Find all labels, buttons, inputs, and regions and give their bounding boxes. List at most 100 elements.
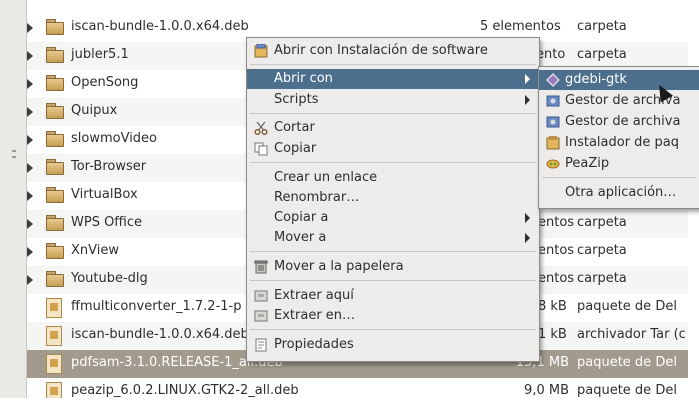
menu-separator [542,177,696,178]
menu-item-label: Mover a [274,230,327,245]
menu-separator [250,162,536,163]
folder-icon [46,75,64,91]
file-name: Youtube-dlg [71,271,148,286]
archive-file-icon [46,326,62,346]
expander-arrow-icon[interactable] [27,107,33,117]
menu-item-label: Renombrar… [274,190,360,205]
archive-manager-icon [546,95,560,107]
submenu-arrow-icon [525,213,530,223]
file-name: iscan-bundle-1.0.0.x64.deb [71,327,249,342]
menu-item-extract-to[interactable]: Extraer en… [247,306,539,326]
peazip-icon [546,159,560,169]
submenu-item-label: Otra aplicación… [565,185,677,200]
menu-item-extract-here[interactable]: Extraer aquí [247,286,539,306]
file-size: 9,0 MB [524,383,569,398]
menu-item-label: Abrir con Instalación de software [274,43,488,58]
folder-icon [46,215,64,231]
file-name: ffmulticonverter_1.7.2-1-p [71,299,242,314]
menu-item-open-with[interactable]: Abrir con [247,69,539,89]
package-installer-icon [546,136,560,150]
submenu-arrow-icon [525,95,530,105]
expander-arrow-icon[interactable] [27,275,33,285]
file-name: Quipux [71,103,118,118]
expander-arrow-icon[interactable] [27,51,33,61]
expander-arrow-icon[interactable] [27,23,33,33]
file-name: WPS Office [71,215,143,230]
menu-item-label: Cortar [274,120,315,135]
file-type: carpeta [577,19,627,34]
side-gutter [0,0,27,406]
submenu-item-package-installer[interactable]: Instalador de paq [539,133,699,153]
file-name: peazip_6.0.2.LINUX.GTK2-2_all.deb [71,383,299,398]
trash-icon [254,260,268,274]
expander-arrow-icon[interactable] [27,191,33,201]
file-type: carpeta [577,47,627,62]
menu-item-create-link[interactable]: Crear un enlace [247,168,539,188]
submenu-item-archive-manager[interactable]: Gestor de archiva [539,112,699,132]
expander-arrow-icon[interactable] [27,219,33,229]
menu-item-cut[interactable]: Cortar [247,118,539,138]
package-file-icon [46,298,62,318]
file-type: carpeta [577,271,627,286]
gutter-mark [12,150,16,152]
folder-icon [46,159,64,175]
file-size: 5 elementos [480,19,561,34]
folder-icon [46,187,64,203]
archive-icon [254,290,268,302]
file-type: carpeta [577,215,627,230]
folder-icon [46,131,64,147]
expander-arrow-icon[interactable] [27,163,33,173]
folder-icon [46,19,64,35]
scissors-icon [254,121,268,135]
submenu-item-other-application[interactable]: Otra aplicación… [539,183,699,203]
menu-separator [250,251,536,252]
file-name: XnView [71,243,119,258]
menu-item-label: Extraer en… [274,308,356,323]
menu-separator [250,64,536,65]
menu-item-copy[interactable]: Copiar [247,139,539,159]
menu-item-label: Abrir con [274,71,333,86]
menu-item-scripts[interactable]: Scripts [247,90,539,110]
folder-icon [46,243,64,259]
context-menu: Abrir con Instalación de software Abrir … [246,37,540,362]
open-with-submenu: gdebi-gtk Gestor de archiva Gestor de ar… [538,66,699,209]
submenu-item-gdebi[interactable]: gdebi-gtk [539,70,699,90]
submenu-item-label: gdebi-gtk [565,72,627,87]
menu-item-move-to-trash[interactable]: Mover a la papelera [247,257,539,277]
menu-separator [250,280,536,281]
copy-icon [254,142,268,156]
file-type: paquete de Del [577,299,677,314]
submenu-item-archive-manager[interactable]: Gestor de archiva [539,91,699,111]
menu-item-label: Extraer aquí [274,288,354,303]
submenu-item-label: Gestor de archiva [565,114,681,129]
submenu-item-label: PeaZip [565,156,610,171]
file-name: Tor-Browser [71,159,147,174]
menu-item-open-with-software-install[interactable]: Abrir con Instalación de software [247,41,539,61]
expander-arrow-icon[interactable] [27,135,33,145]
expander-arrow-icon[interactable] [27,79,33,89]
menu-item-rename[interactable]: Renombrar… [247,188,539,208]
menu-item-label: Propiedades [274,337,354,352]
expander-arrow-icon[interactable] [27,247,33,257]
menu-item-copy-to[interactable]: Copiar a [247,208,539,228]
file-type: paquete de Del [577,355,677,370]
file-type: carpeta [577,243,627,258]
file-name: iscan-bundle-1.0.0.x64.deb [71,19,249,34]
submenu-item-peazip[interactable]: PeaZip [539,154,699,174]
package-install-icon [254,44,268,58]
gdebi-icon [546,73,560,87]
menu-item-label: Crear un enlace [274,170,378,185]
gutter-mark [12,156,16,158]
menu-item-properties[interactable]: Propiedades [247,335,539,355]
menu-item-label: Mover a la papelera [274,259,404,274]
submenu-arrow-icon [525,74,530,84]
menu-separator [250,329,536,330]
window-bottom-edge [0,398,699,406]
file-name: OpenSong [71,75,139,90]
menu-item-label: Scripts [274,92,319,107]
folder-icon [46,47,64,63]
menu-item-move-to[interactable]: Mover a [247,228,539,248]
archive-manager-icon [546,116,560,128]
file-manager-window: iscan-bundle-1.0.0.x64.deb 5 elementos c… [0,0,699,406]
submenu-arrow-icon [525,233,530,243]
